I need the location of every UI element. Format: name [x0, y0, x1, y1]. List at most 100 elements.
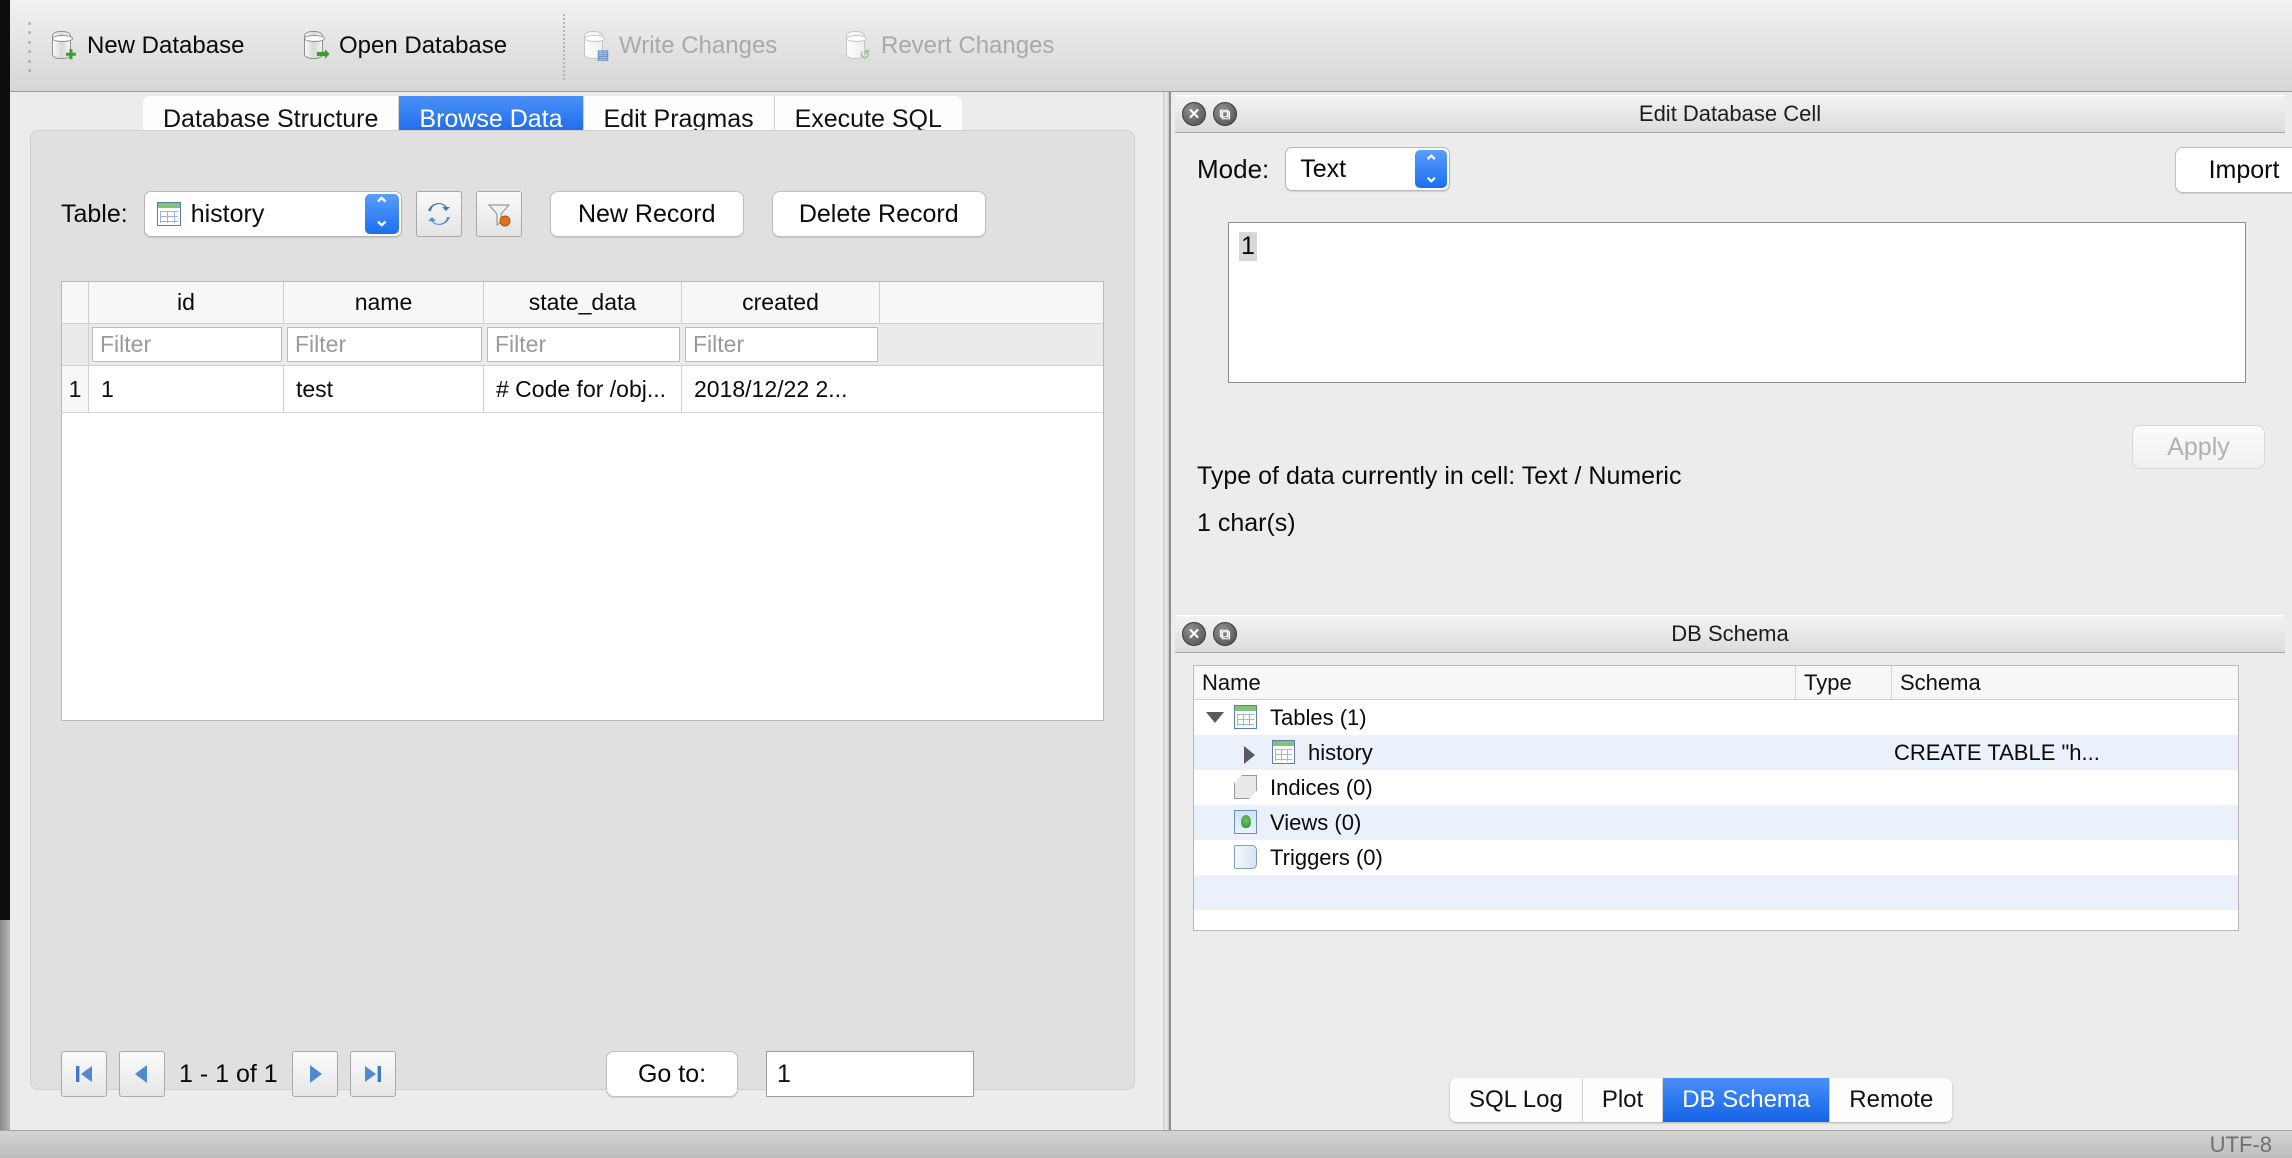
- write-changes-icon: ▤: [580, 30, 610, 62]
- refresh-button[interactable]: [415, 191, 462, 237]
- new-database-button[interactable]: ✚ New Database: [48, 24, 244, 68]
- table-row[interactable]: 1 1 test # Code for /obj... 2018/12/22 2…: [62, 366, 1103, 413]
- cell-state-data[interactable]: # Code for /obj...: [484, 366, 682, 412]
- delete-record-label: Delete Record: [798, 199, 959, 228]
- schema-row-history[interactable]: history CREATE TABLE "h...: [1194, 735, 2238, 770]
- schema-col-type[interactable]: Type: [1796, 666, 1892, 699]
- grid-filter-corner: [62, 324, 89, 365]
- db-schema-panel: ✕ ⧉ DB Schema Name Type Schema Tables (1…: [1175, 615, 2285, 1070]
- grid-header-state-data[interactable]: state_data: [484, 282, 682, 323]
- new-database-icon: ✚: [48, 30, 78, 62]
- schema-row-empty: [1194, 910, 2238, 930]
- tab-plot-label: Plot: [1601, 1086, 1644, 1113]
- grid-header-spacer: [880, 282, 1103, 323]
- new-record-button[interactable]: New Record: [549, 191, 744, 237]
- chevron-down-icon[interactable]: [1206, 712, 1224, 723]
- last-page-button[interactable]: [349, 1051, 396, 1097]
- schema-row-tables[interactable]: Tables (1): [1194, 700, 2238, 735]
- apply-button[interactable]: Apply: [2132, 425, 2265, 469]
- filter-input-name[interactable]: [287, 327, 482, 362]
- edit-cell-title: Edit Database Cell: [1638, 101, 1822, 126]
- schema-row-empty: [1194, 875, 2238, 910]
- goto-label: Go to:: [637, 1059, 707, 1088]
- tab-remote[interactable]: Remote: [1830, 1078, 1953, 1122]
- schema-row-sql: CREATE TABLE "h...: [1894, 739, 2100, 765]
- tab-plot[interactable]: Plot: [1582, 1078, 1664, 1122]
- mode-select-value: Text: [1300, 154, 1347, 183]
- cell-created[interactable]: 2018/12/22 2...: [682, 366, 880, 412]
- first-page-button[interactable]: [61, 1051, 107, 1097]
- schema-row-label: history: [1308, 739, 1373, 765]
- filter-input-created[interactable]: [685, 327, 878, 362]
- goto-row: Go to:: [606, 1051, 974, 1097]
- previous-page-button[interactable]: [119, 1051, 165, 1097]
- goto-button[interactable]: Go to:: [606, 1051, 738, 1097]
- window-left-edge-lower: [0, 920, 10, 1158]
- vertical-splitter-line: [1169, 92, 1171, 1130]
- new-database-label: New Database: [87, 32, 245, 59]
- write-changes-button[interactable]: ▤ Write Changes: [580, 24, 777, 68]
- import-button[interactable]: Import: [2175, 147, 2292, 193]
- cell-name[interactable]: test: [284, 366, 484, 412]
- table-icon: [1234, 705, 1257, 729]
- revert-changes-icon: ↺: [842, 30, 872, 62]
- mode-select-stepper[interactable]: ⌃ ⌄: [1415, 150, 1448, 188]
- grid-corner-cell: [62, 282, 89, 323]
- filter-input-state-data[interactable]: [487, 327, 680, 362]
- apply-label: Apply: [2167, 432, 2230, 461]
- table-icon: [156, 202, 181, 226]
- data-grid[interactable]: id name state_data created 1 1 test # Co…: [61, 281, 1104, 721]
- pagination-bar: 1 - 1 of 1: [61, 1051, 408, 1097]
- revert-changes-label: Revert Changes: [881, 32, 1055, 59]
- refresh-icon: [427, 203, 450, 225]
- encoding-label: UTF-8: [2209, 1132, 2272, 1157]
- clear-filters-icon: [487, 204, 511, 227]
- previous-page-icon: [135, 1065, 147, 1083]
- cell-char-info: 1 char(s): [1197, 509, 1296, 537]
- mode-label: Mode:: [1197, 153, 1270, 184]
- next-page-icon: [309, 1065, 322, 1083]
- table-select-stepper[interactable]: ⌃ ⌄: [364, 194, 399, 234]
- grid-header-created[interactable]: created: [682, 282, 880, 323]
- toolbar-separator: [563, 14, 565, 80]
- clear-filters-button[interactable]: [475, 191, 522, 237]
- schema-tree[interactable]: Name Type Schema Tables (1) history CREA…: [1193, 665, 2239, 931]
- mode-select[interactable]: Text ⌃ ⌄: [1285, 147, 1451, 191]
- cell-value-editor[interactable]: 1: [1228, 222, 2246, 383]
- schema-row-triggers[interactable]: Triggers (0): [1194, 840, 2238, 875]
- table-select-value: history: [190, 199, 265, 228]
- schema-row-label: Triggers (0): [1270, 844, 1383, 870]
- goto-input[interactable]: [766, 1051, 974, 1097]
- row-number: 1: [62, 366, 89, 412]
- open-database-button[interactable]: ➡ Open Database: [300, 24, 507, 68]
- cell-mode-row: Mode: Text ⌃ ⌄: [1197, 147, 1451, 191]
- tab-db-schema[interactable]: DB Schema: [1663, 1078, 1831, 1122]
- filter-input-id[interactable]: [92, 327, 282, 362]
- toolbar-grip[interactable]: [28, 22, 34, 72]
- schema-row-label: Views (0): [1270, 809, 1362, 835]
- edit-cell-titlebar: ✕ ⧉ Edit Database Cell: [1175, 95, 2285, 133]
- schema-col-name[interactable]: Name: [1194, 666, 1796, 699]
- schema-row-views[interactable]: Views (0): [1194, 805, 2238, 840]
- schema-row-indices[interactable]: Indices (0): [1194, 770, 2238, 805]
- bottom-tabbar: SQL Log Plot DB Schema Remote: [1450, 1078, 1953, 1122]
- new-record-label: New Record: [577, 199, 716, 228]
- tab-sql-log-label: SQL Log: [1469, 1086, 1563, 1113]
- chevron-right-icon[interactable]: [1244, 746, 1255, 764]
- grid-header-name[interactable]: name: [284, 282, 484, 323]
- next-page-button[interactable]: [291, 1051, 338, 1097]
- grid-header-id[interactable]: id: [89, 282, 284, 323]
- browse-data-panel: Table: history ⌃ ⌄ New Record Delete Reco…: [30, 130, 1135, 1097]
- cell-id[interactable]: 1: [89, 366, 284, 412]
- schema-row-label: Tables (1): [1270, 704, 1367, 730]
- tab-sql-log[interactable]: SQL Log: [1450, 1078, 1583, 1122]
- last-page-icon: [364, 1066, 381, 1082]
- main-toolbar: ✚ New Database ➡ Open Database ▤ Write C…: [10, 0, 2292, 92]
- schema-tree-header: Name Type Schema: [1194, 666, 2238, 700]
- delete-record-button[interactable]: Delete Record: [771, 191, 986, 237]
- table-label: Table:: [61, 199, 128, 228]
- schema-col-schema[interactable]: Schema: [1892, 666, 2238, 699]
- table-select[interactable]: history ⌃ ⌄: [143, 191, 402, 237]
- revert-changes-button[interactable]: ↺ Revert Changes: [842, 24, 1054, 68]
- grid-filter-spacer: [880, 324, 1103, 365]
